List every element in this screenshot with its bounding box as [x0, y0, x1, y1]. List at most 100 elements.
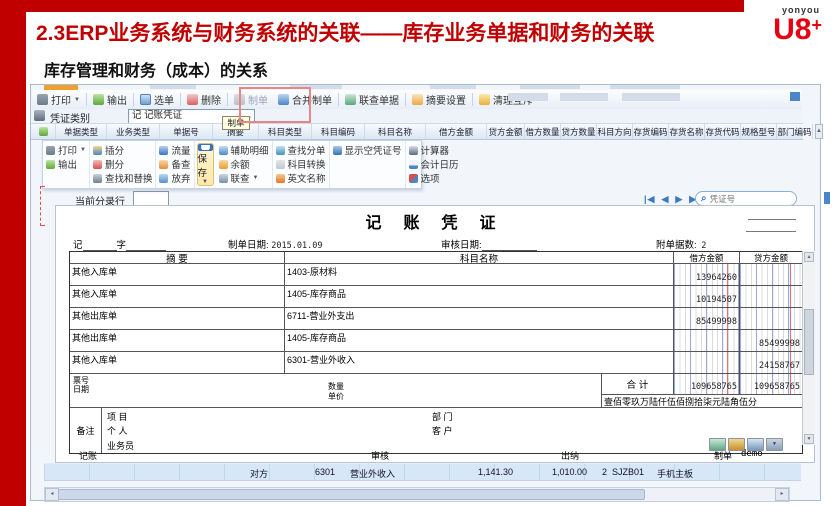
toolbar-separator [133, 93, 134, 106]
col-credit-amt[interactable]: 贷方金额 [487, 124, 525, 139]
save-icon [198, 144, 213, 151]
calendar-label: 会计日历 [421, 157, 459, 171]
link-doc-label: 联查单据 [359, 92, 399, 107]
col-biz-type[interactable]: 业务类型 [107, 124, 160, 139]
ribbon-group-tools1: 查找分单 科目转换 英文名称 [273, 141, 330, 188]
scrollbar-thumb[interactable] [58, 489, 645, 500]
total-credit-cell: 109658765 [740, 374, 802, 394]
voucher-search-box[interactable]: ⌕ [695, 191, 797, 206]
export-button[interactable]: 输出 [88, 92, 132, 107]
abandon-button[interactable]: 放弃 [159, 171, 190, 185]
voucher-word-blank2 [126, 240, 166, 251]
ghost-fragment [560, 93, 608, 101]
col-dept-code[interactable]: 部门编码 [777, 124, 813, 139]
col-doc-type[interactable]: 单据类型 [56, 124, 107, 139]
cell-amount1: 1,141.30 [453, 467, 513, 477]
find-replace-button[interactable]: 查找和替换 [93, 171, 153, 185]
next-voucher-button[interactable]: ▶ [675, 194, 683, 204]
row-credit-cell: 85499998 [740, 330, 802, 351]
voucher-table: 摘 要 科目名称 借方金额 贷方金额 其他入库单 1403-原材料 139642… [69, 251, 803, 454]
toolbar-separator [338, 93, 339, 106]
total-debit: 109658765 [691, 382, 737, 392]
ribbon-group-query: 辅助明细 余额 联查▼ [216, 141, 273, 188]
u8-logo-u8: U8 [773, 13, 811, 46]
scroll-up-icon[interactable]: ▲ [804, 252, 814, 262]
link-query-button[interactable]: 联查▼ [219, 171, 269, 185]
voucher-totals-block: 票号 日期 数量 单价 合 计 109658765 109658765 壹佰零玖… [70, 374, 802, 408]
grid-header-row: 单据类型 业务类型 单据号 摘要 科目类型 科目编码 科目名称 借方金额 贷方金… [31, 123, 803, 140]
voucher-row[interactable]: 其他入库单 1405-库存商品 10194507 [70, 286, 802, 308]
summary-settings-label: 摘要设置 [426, 92, 466, 107]
delete-button[interactable]: 删除 [182, 92, 226, 107]
scrollbar-thumb[interactable] [804, 309, 814, 375]
ribbon-export-button[interactable]: 输出 [46, 157, 86, 171]
first-voucher-button[interactable]: |◀ [644, 194, 655, 204]
select-doc-button[interactable]: 选单 [135, 92, 179, 107]
ribbon-group-tools2: 计算器 会计日历 选项 [406, 141, 462, 188]
horizontal-scrollbar[interactable]: ◂ ▸ [44, 487, 790, 502]
col-inv-code[interactable]: 存货编码 [633, 124, 669, 139]
ghost-fragment [520, 85, 580, 89]
options-button[interactable]: 选项 [409, 171, 459, 185]
export-icon [46, 160, 55, 169]
find-entry-button[interactable]: 查找分单 [276, 143, 326, 157]
cell-inv-code: SJZB01 [612, 467, 644, 477]
voucher-row[interactable]: 其他入库单 6301-营业外收入 24158767 [70, 352, 802, 374]
dept-label: 部 门 [432, 410, 453, 423]
voucher-search-input[interactable] [710, 194, 780, 204]
toolbar-separator [86, 93, 87, 106]
scroll-left-icon[interactable]: ◂ [45, 488, 59, 501]
voucher-row[interactable]: 其他出库单 1405-库存商品 85499998 [70, 330, 802, 352]
col-acct-dir[interactable]: 科目方向 [597, 124, 633, 139]
edit-icon [39, 127, 48, 136]
scroll-right-icon[interactable]: ▸ [775, 488, 789, 501]
made-date-label: 制单日期: [228, 240, 269, 251]
header-credit: 贷方金额 [740, 252, 802, 263]
col-credit-qty[interactable]: 贷方数量 [561, 124, 597, 139]
aux-detail-button[interactable]: 辅助明细 [219, 143, 269, 157]
reference-button[interactable]: 备查 [159, 157, 190, 171]
cashflow-button[interactable]: 流量 [159, 143, 190, 157]
options-icon [409, 174, 418, 183]
link-doc-button[interactable]: 联查单据 [340, 92, 404, 107]
person-label: 个 人 [107, 424, 128, 437]
print-button[interactable]: 打印▼ [32, 92, 85, 107]
voucher-row[interactable]: 其他出库单 6711-营业外支出 85499998 [70, 308, 802, 330]
col-debit-qty[interactable]: 借方数量 [525, 124, 561, 139]
col-acct-name[interactable]: 科目名称 [365, 124, 426, 139]
account-convert-button[interactable]: 科目转换 [276, 157, 326, 171]
sig-maker-value: demo [741, 449, 763, 459]
cell-qty: 2 [602, 467, 607, 477]
summary-settings-button[interactable]: 摘要设置 [407, 92, 471, 107]
insert-entry-button[interactable]: 插分 [93, 143, 153, 157]
col-spec[interactable]: 规格型号 [741, 124, 777, 139]
ribbon-export-label: 输出 [58, 157, 77, 171]
col-acct-code[interactable]: 科目编码 [312, 124, 365, 139]
col-inv-name[interactable]: 存货名称 [669, 124, 705, 139]
voucher-row[interactable]: 其他入库单 1403-原材料 13964260 [70, 264, 802, 286]
col-debit-amt[interactable]: 借方金额 [426, 124, 487, 139]
col-acct-type[interactable]: 科目类型 [259, 124, 312, 139]
grid-scroll-up-button[interactable]: ▲ [815, 124, 823, 139]
search-icon: ⌕ [701, 194, 707, 204]
prev-voucher-button[interactable]: ◀ [661, 194, 669, 204]
col-doc-no[interactable]: 单据号 [160, 124, 213, 139]
calendar-icon [409, 160, 418, 169]
save-button[interactable]: 保存 ▼ [197, 143, 214, 186]
show-empty-voucher-button[interactable]: 显示空凭证号 [333, 143, 402, 157]
row-account: 1405-库存商品 [285, 330, 674, 351]
scroll-down-icon[interactable]: ▼ [804, 434, 814, 444]
balance-button[interactable]: 余额 [219, 157, 269, 171]
voucher-scrollbar[interactable]: ▲ ▼ [802, 251, 815, 445]
english-name-button[interactable]: 英文名称 [276, 171, 326, 185]
calculator-button[interactable]: 计算器 [409, 143, 459, 157]
grid-selected-row[interactable]: 对方 6301 营业外收入 1,141.30 1,010.00 2 SJZB01… [44, 463, 801, 481]
row-credit-cell [740, 308, 802, 329]
toolbar-separator [227, 93, 228, 106]
col-inv-alias[interactable]: 存货代码 [705, 124, 741, 139]
calendar-button[interactable]: 会计日历 [409, 157, 459, 171]
ribbon-print-button[interactable]: 打印▼ [46, 143, 86, 157]
attach-more-icon[interactable]: ▼ [766, 438, 783, 451]
total-credit: 109658765 [754, 382, 800, 392]
delete-entry-button[interactable]: 删分 [93, 157, 153, 171]
